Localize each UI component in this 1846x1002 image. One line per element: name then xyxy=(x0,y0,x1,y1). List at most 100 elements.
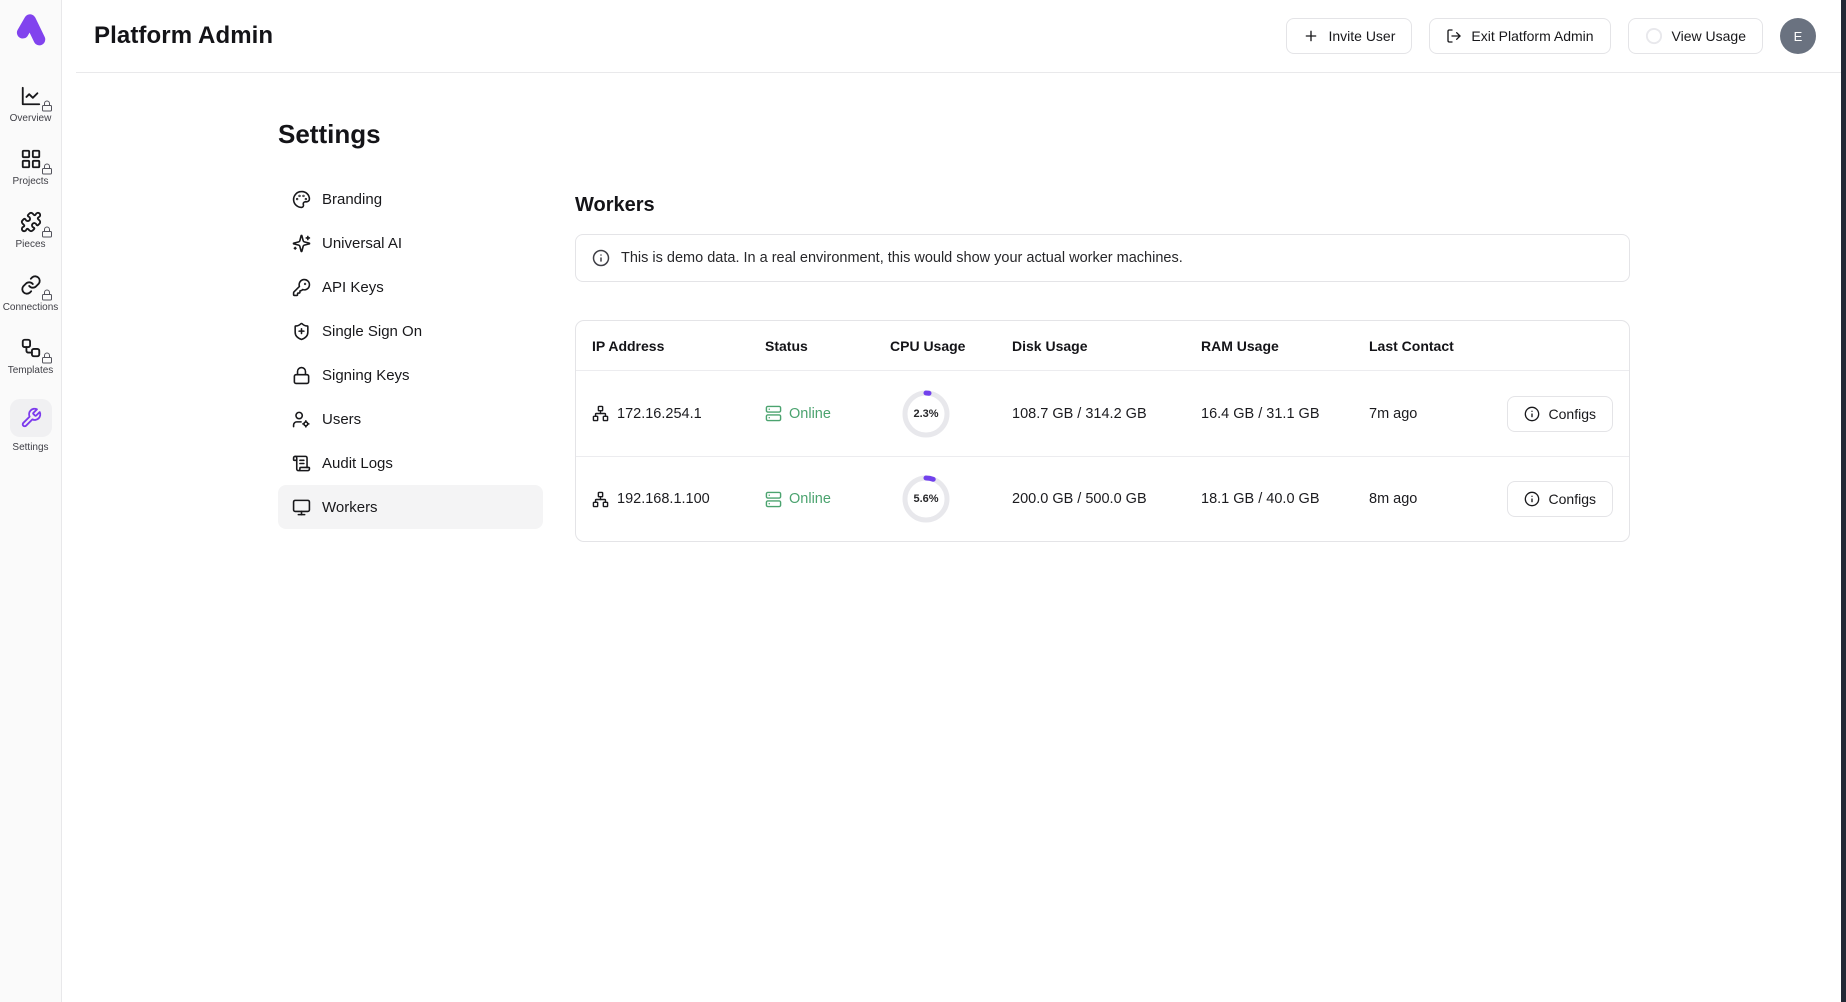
lock-icon xyxy=(41,289,53,301)
configs-label: Configs xyxy=(1549,406,1596,422)
user-gear-icon xyxy=(292,410,311,429)
status-badge: Online xyxy=(789,406,831,422)
sidebar-item-pieces[interactable]: Pieces xyxy=(0,210,62,250)
cpu-percent: 5.6% xyxy=(900,473,952,525)
sidebar-nav: Overview Projects Pieces Connections Tem… xyxy=(0,84,61,453)
ip-address: 172.16.254.1 xyxy=(617,406,702,422)
network-icon xyxy=(592,405,609,422)
settings-nav: Branding Universal AI API Keys Single Si… xyxy=(278,177,543,529)
configs-button[interactable]: Configs xyxy=(1507,481,1613,517)
settings-nav-item-branding[interactable]: Branding xyxy=(278,177,543,221)
user-avatar[interactable]: E xyxy=(1780,18,1816,54)
key-icon xyxy=(292,278,311,297)
sparkles-icon xyxy=(292,234,311,253)
table-row: 172.16.254.1 Online 2.3% 108.7 GB / 314.… xyxy=(576,371,1629,456)
last-contact: 8m ago xyxy=(1369,491,1509,507)
sidebar-icon-wrap xyxy=(20,273,42,297)
header-actions: Invite User Exit Platform Admin View Usa… xyxy=(1286,18,1816,54)
workflow-icon xyxy=(20,337,42,359)
sidebar-item-label: Pieces xyxy=(15,239,45,250)
info-icon xyxy=(1524,491,1540,507)
last-contact: 7m ago xyxy=(1369,406,1509,422)
settings-nav-label: Users xyxy=(322,411,361,428)
cpu-gauge: 5.6% xyxy=(900,473,952,525)
lock-badge xyxy=(41,289,53,301)
settings-title: Settings xyxy=(278,119,543,150)
info-icon xyxy=(1524,406,1540,422)
palette-icon xyxy=(292,190,311,209)
app-root: Overview Projects Pieces Connections Tem… xyxy=(0,0,1846,1002)
server-icon xyxy=(765,405,782,422)
sidebar-item-label: Connections xyxy=(3,302,59,313)
settings-nav-label: Single Sign On xyxy=(322,323,422,340)
sidebar-item-projects[interactable]: Projects xyxy=(0,147,62,187)
cpu-cell: 2.3% xyxy=(890,388,1012,440)
lock-icon xyxy=(41,100,53,112)
column-header-last-contact: Last Contact xyxy=(1369,338,1509,354)
view-usage-button[interactable]: View Usage xyxy=(1628,18,1763,54)
settings-nav-item-workers[interactable]: Workers xyxy=(278,485,543,529)
disk-usage: 108.7 GB / 314.2 GB xyxy=(1012,406,1201,422)
lock-badge xyxy=(41,352,53,364)
settings-nav-item-api-keys[interactable]: API Keys xyxy=(278,265,543,309)
monitor-icon xyxy=(292,498,311,517)
puzzle-icon xyxy=(20,211,42,233)
ram-usage: 18.1 GB / 40.0 GB xyxy=(1201,491,1369,507)
workers-section: Workers This is demo data. In a real env… xyxy=(575,119,1630,542)
scrollbar[interactable] xyxy=(1841,0,1846,1002)
configs-button[interactable]: Configs xyxy=(1507,396,1613,432)
sidebar-item-overview[interactable]: Overview xyxy=(0,84,62,124)
shield-plus-icon xyxy=(292,322,311,341)
invite-user-button[interactable]: Invite User xyxy=(1286,18,1412,54)
invite-user-label: Invite User xyxy=(1328,28,1395,44)
lock-icon xyxy=(292,366,311,385)
table-header-row: IP AddressStatusCPU UsageDisk UsageRAM U… xyxy=(576,321,1629,371)
sidebar-item-label: Templates xyxy=(8,365,54,376)
settings-nav-item-single-sign-on[interactable]: Single Sign On xyxy=(278,309,543,353)
settings-nav-item-universal-ai[interactable]: Universal AI xyxy=(278,221,543,265)
sidebar-icon-wrap xyxy=(20,210,42,234)
column-header-cpu-usage: CPU Usage xyxy=(890,338,1012,354)
lock-icon xyxy=(41,163,53,175)
settings-nav-label: Workers xyxy=(322,499,378,516)
table-body: 172.16.254.1 Online 2.3% 108.7 GB / 314.… xyxy=(576,371,1629,541)
app-logo-icon[interactable] xyxy=(12,10,50,48)
link-icon xyxy=(20,274,42,296)
cpu-percent: 2.3% xyxy=(900,388,952,440)
sidebar-item-label: Overview xyxy=(10,113,52,124)
view-usage-label: View Usage xyxy=(1672,28,1746,44)
sidebar-icon-wrap xyxy=(20,336,42,360)
sidebar: Overview Projects Pieces Connections Tem… xyxy=(0,0,62,1002)
ip-address: 192.168.1.100 xyxy=(617,491,710,507)
lock-icon xyxy=(41,352,53,364)
settings-nav-item-users[interactable]: Users xyxy=(278,397,543,441)
lock-badge xyxy=(41,226,53,238)
configs-label: Configs xyxy=(1549,491,1596,507)
settings-nav-label: Universal AI xyxy=(322,235,402,252)
column-header-ram-usage: RAM Usage xyxy=(1201,338,1369,354)
scroll-icon xyxy=(292,454,311,473)
avatar-initial: E xyxy=(1794,29,1803,44)
exit-platform-admin-button[interactable]: Exit Platform Admin xyxy=(1429,18,1610,54)
cpu-gauge: 2.3% xyxy=(900,388,952,440)
workers-table: IP AddressStatusCPU UsageDisk UsageRAM U… xyxy=(575,320,1630,542)
demo-data-notice: This is demo data. In a real environment… xyxy=(575,234,1630,282)
lock-badge xyxy=(41,100,53,112)
exit-platform-admin-label: Exit Platform Admin xyxy=(1471,28,1593,44)
lock-badge xyxy=(41,163,53,175)
info-icon xyxy=(592,249,610,267)
line-chart-icon xyxy=(20,85,42,107)
server-icon xyxy=(765,491,782,508)
status-cell: Online xyxy=(765,405,890,422)
sidebar-item-connections[interactable]: Connections xyxy=(0,273,62,313)
network-icon xyxy=(592,491,609,508)
settings-column: Settings Branding Universal AI API Keys … xyxy=(278,119,543,542)
sidebar-item-templates[interactable]: Templates xyxy=(0,336,62,376)
settings-nav-label: Signing Keys xyxy=(322,367,410,384)
settings-nav-item-audit-logs[interactable]: Audit Logs xyxy=(278,441,543,485)
sidebar-item-settings[interactable]: Settings xyxy=(0,399,62,453)
ram-usage: 16.4 GB / 31.1 GB xyxy=(1201,406,1369,422)
sidebar-item-label: Projects xyxy=(12,176,48,187)
settings-nav-item-signing-keys[interactable]: Signing Keys xyxy=(278,353,543,397)
top-header: Platform Admin Invite User Exit Platform… xyxy=(76,0,1846,73)
